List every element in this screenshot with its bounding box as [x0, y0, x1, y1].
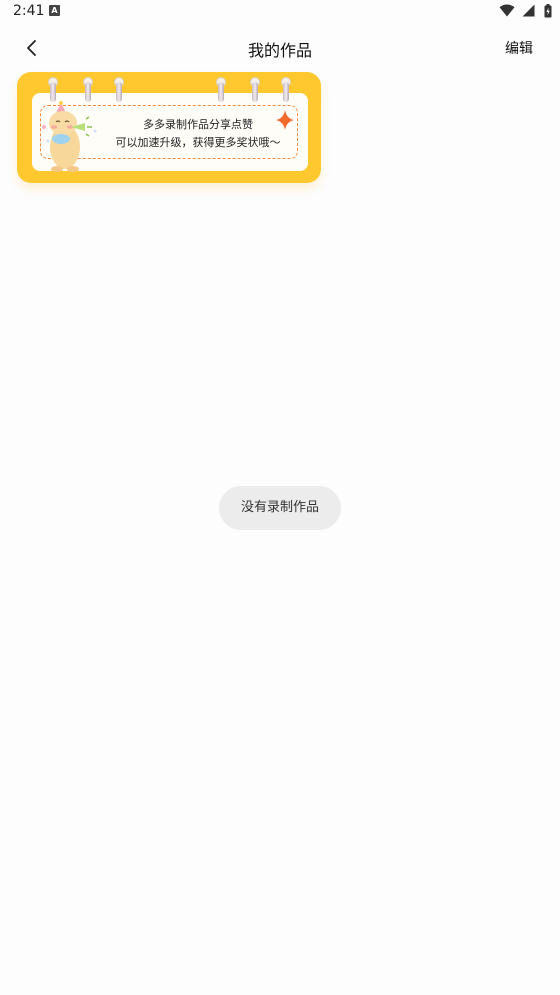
- battery-charging-icon: [544, 4, 552, 18]
- sparkle-icon: [276, 110, 294, 130]
- signal-icon: [522, 4, 535, 17]
- empty-state-toast: 没有录制作品: [219, 486, 341, 530]
- page-title: 我的作品: [247, 41, 312, 60]
- status-icons: [499, 4, 552, 18]
- promo-banner: 多多录制作品分享点赞 可以加速升级，获得更多奖状哦～: [17, 72, 321, 183]
- status-bar: 2:41 A: [0, 0, 560, 24]
- a-letter-icon: A: [49, 5, 60, 16]
- top-bar: 我的作品 编辑: [0, 28, 560, 68]
- mascot-illustration-icon: [42, 101, 97, 172]
- binder-ring-icon: [216, 77, 226, 102]
- wifi-icon: [499, 4, 515, 17]
- banner-line-2: 可以加速升级，获得更多奖状哦～: [115, 136, 281, 149]
- back-button[interactable]: [18, 34, 46, 62]
- banner-message: 多多录制作品分享点赞 可以加速升级，获得更多奖状哦～: [106, 116, 290, 152]
- edit-button[interactable]: 编辑: [505, 38, 533, 58]
- status-time: 2:41: [13, 3, 45, 19]
- banner-line-1: 多多录制作品分享点赞: [143, 118, 253, 131]
- binder-ring-icon: [281, 77, 291, 102]
- chevron-left-icon: [27, 40, 36, 56]
- binder-ring-icon: [114, 77, 124, 102]
- binder-ring-icon: [250, 77, 260, 102]
